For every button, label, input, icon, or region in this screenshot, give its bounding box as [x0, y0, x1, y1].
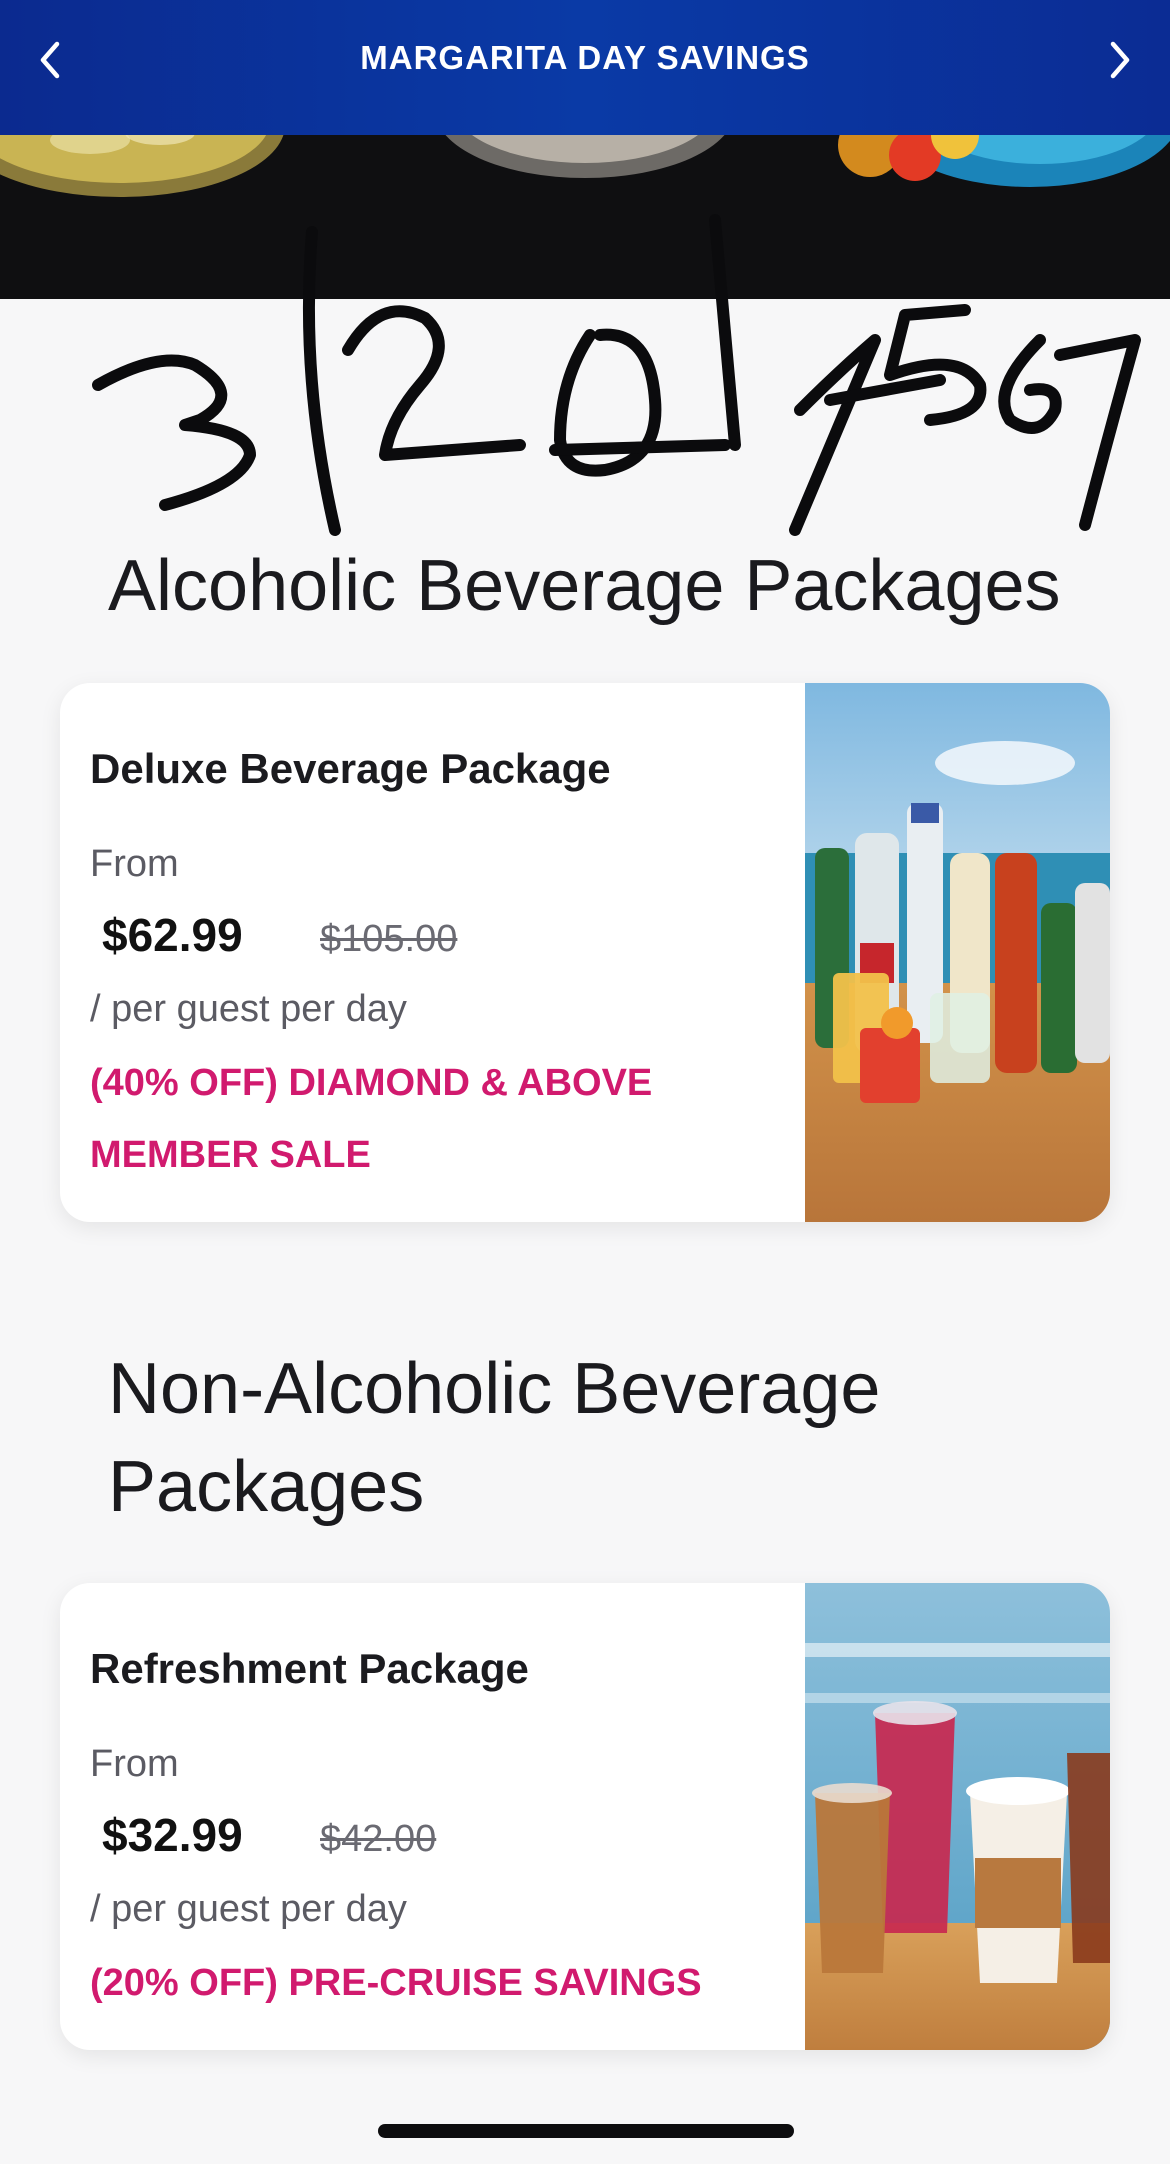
- hero-cocktails-image: [0, 135, 1170, 299]
- deluxe-beverage-package-card[interactable]: Deluxe Beverage Package From $62.99 $105…: [60, 683, 1110, 1222]
- section-title-alcoholic: Alcoholic Beverage Packages: [108, 546, 1061, 626]
- section-title-non-alcoholic: Non-Alcoholic Beverage Packages: [108, 1349, 881, 1527]
- chevron-left-icon[interactable]: [30, 40, 70, 80]
- original-price: $105.00: [320, 918, 458, 960]
- from-label: From: [90, 1743, 179, 1785]
- home-indicator: [378, 2124, 794, 2138]
- promo-text: (20% OFF) PRE-CRUISE SAVINGS: [90, 1962, 702, 2004]
- promo-text: (40% OFF) DIAMOND & ABOVE MEMBER SALE: [90, 1062, 653, 1176]
- sale-price: $32.99: [102, 1809, 243, 1861]
- sale-price: $62.99: [102, 909, 243, 961]
- from-label: From: [90, 843, 179, 885]
- drinks-cups-image: [805, 1583, 1110, 2050]
- refreshment-package-card[interactable]: Refreshment Package From $32.99 $42.00 /…: [60, 1583, 1110, 2050]
- package-name: Deluxe Beverage Package: [90, 745, 611, 792]
- per-guest-label: / per guest per day: [90, 988, 407, 1030]
- per-guest-label: / per guest per day: [90, 1888, 407, 1930]
- page-title: MARGARITA DAY SAVINGS: [360, 38, 810, 76]
- top-nav-bar: MARGARITA DAY SAVINGS: [0, 0, 1170, 135]
- original-price: $42.00: [320, 1818, 437, 1860]
- liquor-bottles-image: [805, 683, 1110, 1222]
- package-name: Refreshment Package: [90, 1645, 529, 1692]
- chevron-right-icon[interactable]: [1100, 40, 1140, 80]
